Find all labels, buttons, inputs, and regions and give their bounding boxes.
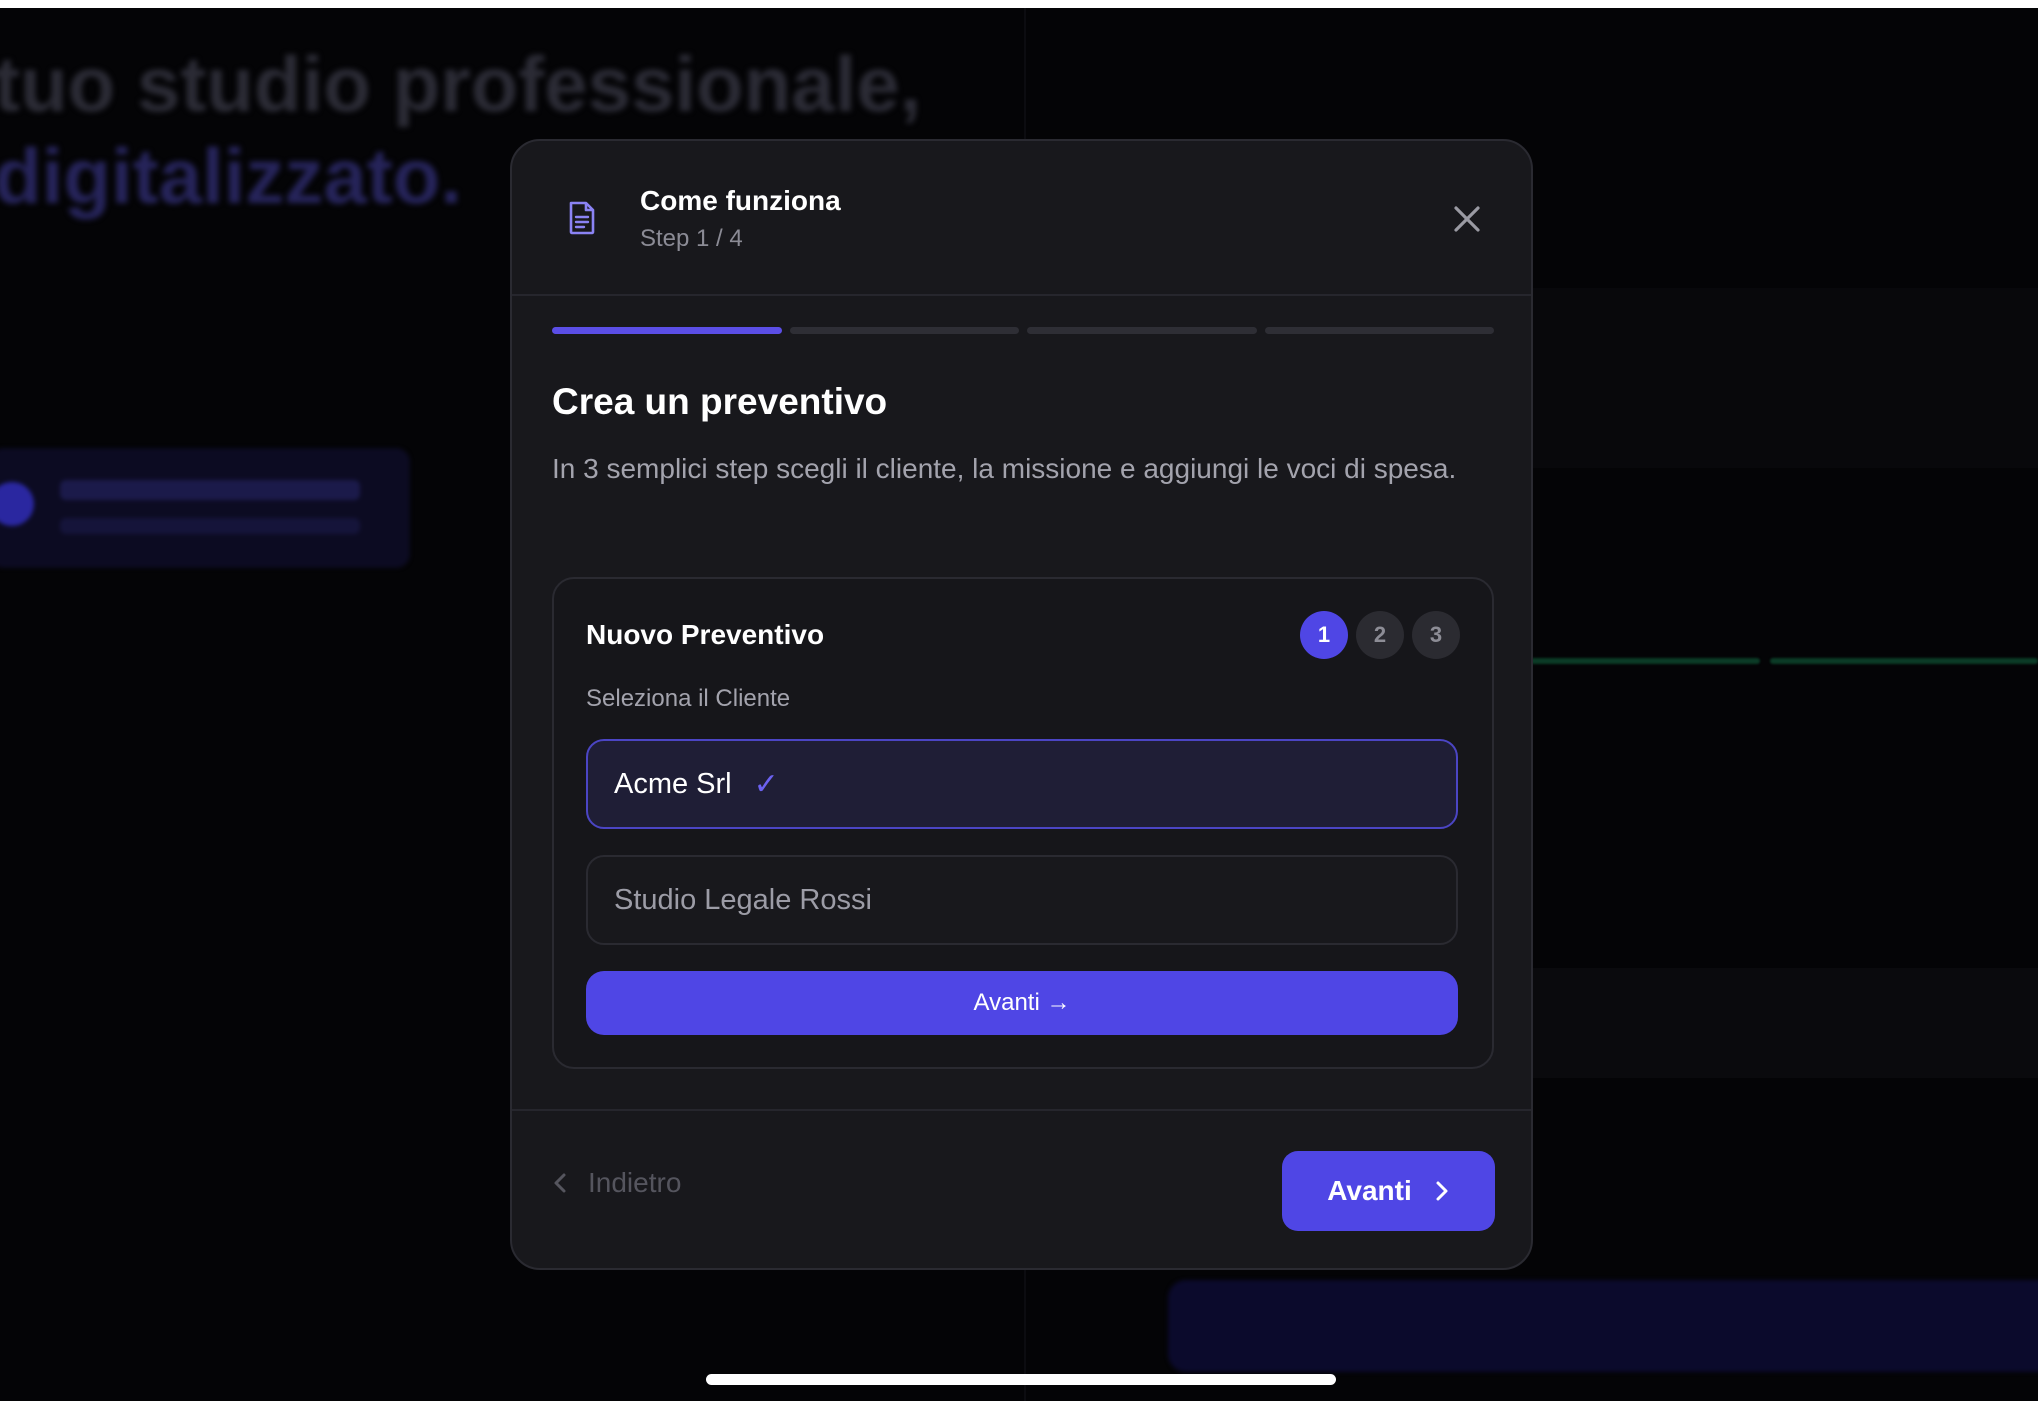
chevron-right-icon — [1436, 1181, 1448, 1201]
client-name: Studio Legale Rossi — [614, 883, 872, 916]
checkmark-icon: ✓ — [753, 767, 779, 801]
step-title: Crea un preventivo — [552, 381, 888, 422]
progress-segment — [1027, 327, 1257, 334]
next-button[interactable]: Avanti — [1282, 1151, 1495, 1231]
preview-next-button[interactable]: Avanti → — [586, 971, 1458, 1035]
close-icon[interactable] — [1449, 201, 1485, 237]
onboarding-modal: Come funziona Step 1 / 4 Crea un prevent… — [510, 139, 1533, 1270]
step-description: In 3 semplici step scegli il cliente, la… — [552, 453, 1457, 484]
status-strip — [0, 0, 2038, 8]
modal-footer: Indietro Avanti — [512, 1109, 1531, 1268]
client-option-rossi[interactable]: Studio Legale Rossi — [586, 855, 1458, 945]
wizard-step-3: 3 — [1412, 611, 1460, 659]
step-indicator: Step 1 / 4 — [640, 225, 743, 252]
modal-header: Come funziona Step 1 / 4 — [512, 141, 1531, 296]
next-label: Avanti — [1327, 1175, 1412, 1206]
background-card — [0, 448, 410, 568]
client-name: Acme Srl — [614, 767, 732, 800]
back-button[interactable]: Indietro — [552, 1167, 681, 1199]
select-client-label: Seleziona il Cliente — [586, 685, 791, 712]
background-cta — [1168, 1280, 2038, 1372]
preview-title: Nuovo Preventivo — [586, 619, 825, 650]
back-label: Indietro — [588, 1167, 682, 1198]
progress-segment — [552, 327, 782, 334]
home-indicator[interactable] — [706, 1374, 1336, 1385]
progress-bar — [552, 327, 1494, 335]
chevron-left-icon — [554, 1173, 566, 1193]
progress-segment — [789, 327, 1019, 334]
background-bar — [1770, 658, 2038, 664]
modal-title: Come funziona — [640, 185, 841, 216]
wizard-steps: 1 2 3 — [1300, 611, 1460, 659]
client-option-acme[interactable]: Acme Srl ✓ — [586, 739, 1458, 829]
document-icon — [569, 201, 595, 235]
wizard-step-1: 1 — [1300, 611, 1348, 659]
progress-segment — [1264, 327, 1494, 334]
background-bar — [1530, 658, 1760, 664]
wizard-step-2: 2 — [1356, 611, 1404, 659]
quote-preview-card: Nuovo Preventivo 1 2 3 Seleziona il Clie… — [552, 577, 1494, 1069]
